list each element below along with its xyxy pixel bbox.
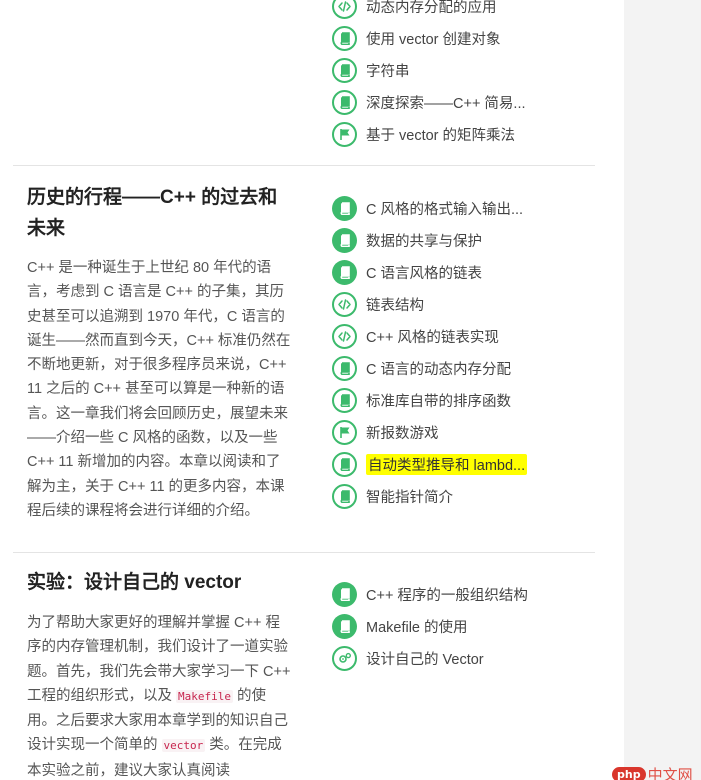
book-icon [332,89,357,115]
flag-icon [332,121,357,147]
lesson-link[interactable]: 链表结构 [366,294,424,315]
book-icon [332,613,357,639]
lesson-item[interactable]: 使用 vector 创建对象 [332,22,526,54]
book-icon [332,25,357,51]
book-icon [332,355,357,381]
lesson-link[interactable]: 使用 vector 创建对象 [366,28,501,49]
lesson-link[interactable]: Makefile 的使用 [366,616,468,637]
code-icon [332,0,357,19]
lesson-link[interactable]: 深度探索——C++ 简易... [366,92,526,113]
lesson-item[interactable]: 深度探索——C++ 简易... [332,86,526,118]
inline-code: vector [161,739,206,753]
code-icon [332,323,357,349]
chapter-2-lesson-list: C 风格的格式输入输出... 数据的共享与保护 C 语言风格的链表 链表结构 C++ 风… [332,192,528,512]
book-icon [332,195,357,221]
book-icon [332,483,357,509]
chapter-1-lesson-list: 动态内存分配的应用使用 vector 创建对象 字符串深度探索——C++ 简易..… [332,0,526,150]
lesson-item[interactable]: C 语言风格的链表 [332,256,527,288]
lesson-item[interactable]: C 风格的格式输入输出... [332,192,527,224]
lesson-item[interactable]: Makefile 的使用 [332,610,528,642]
section-divider [13,165,595,166]
lesson-link[interactable]: 设计自己的 Vector [366,648,484,669]
lesson-item[interactable]: 设计自己的 Vector [332,642,528,674]
right-gutter [624,0,701,780]
chapter-3-lesson-list: C++ 程序的一般组织结构 Makefile 的使用 设计自己的 Vector [332,578,528,674]
lesson-link[interactable]: 数据的共享与保护 [366,230,482,251]
lesson-link[interactable]: C 风格的格式输入输出... [366,198,523,219]
chapter-description: 为了帮助大家更好的理解并掌握 C++ 程序的内存管理机制，我们设计了一道实验题。… [27,615,291,779]
book-icon [332,451,357,477]
lesson-item[interactable]: 数据的共享与保护 [332,224,527,256]
chapter-title: 历史的行程——C++ 的过去和未来 [27,187,278,239]
lesson-item[interactable]: 自动类型推导和 lambd... [332,448,528,480]
lesson-item[interactable]: 字符串 [332,54,526,86]
book-icon [332,581,357,607]
chapter-title: 实验：设计自己的 vector [27,572,242,593]
lesson-item[interactable]: 动态内存分配的应用 [332,0,526,22]
lesson-link[interactable]: 字符串 [366,60,410,81]
lesson-link[interactable]: 基于 vector 的矩阵乘法 [366,124,515,145]
site-watermark: php 中文网 [612,764,693,780]
lesson-item[interactable]: 基于 vector 的矩阵乘法 [332,118,526,150]
section-divider [13,552,595,553]
lesson-item[interactable]: C++ 程序的一般组织结构 [332,578,528,610]
chapter-description: C++ 是一种诞生于上世纪 80 年代的语言，考虑到 C 语言是 C++ 的子集… [27,260,291,519]
lesson-item[interactable]: 新报数游戏 [332,416,527,448]
lesson-item[interactable]: 智能指针简介 [332,480,527,512]
lesson-item[interactable]: 标准库自带的排序函数 [332,384,527,416]
book-icon [332,387,357,413]
book-icon [332,227,357,253]
lesson-link[interactable]: 自动类型推导和 lambd... [366,453,528,475]
gears-icon [332,645,357,671]
code-icon [332,291,357,317]
lesson-item[interactable]: C++ 风格的链表实现 [332,320,527,352]
watermark-text: 中文网 [647,767,693,780]
lesson-link[interactable]: C 语言风格的链表 [366,262,482,283]
lesson-link[interactable]: C 语言的动态内存分配 [366,358,511,379]
lesson-link[interactable]: 新报数游戏 [366,422,439,443]
flag-icon [332,419,357,445]
watermark-logo: php [612,767,646,780]
book-icon [332,57,357,83]
inline-code: Makefile [176,689,234,703]
lesson-link[interactable]: C++ 程序的一般组织结构 [366,584,528,605]
book-icon [332,259,357,285]
lesson-item[interactable]: C 语言的动态内存分配 [332,352,527,384]
lesson-item[interactable]: 链表结构 [332,288,527,320]
lesson-link[interactable]: C++ 风格的链表实现 [366,326,499,347]
lesson-link[interactable]: 动态内存分配的应用 [366,0,497,17]
lesson-link[interactable]: 标准库自带的排序函数 [366,390,511,411]
lesson-link[interactable]: 智能指针简介 [366,486,453,507]
